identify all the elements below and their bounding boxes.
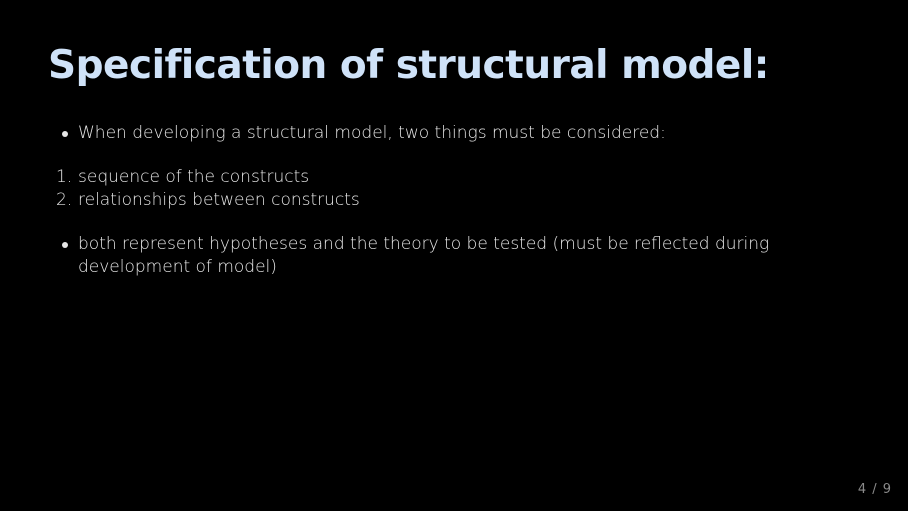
bullet-item: both represent hypotheses and the theory… — [60, 233, 820, 279]
page-number: 4 / 9 — [857, 482, 892, 497]
item-text: relationships between constructs — [78, 190, 360, 210]
numbered-item: 2. relationships between constructs — [56, 189, 820, 212]
bullet-dot-icon — [62, 131, 68, 137]
bullet-dot-icon — [62, 242, 68, 248]
bullet-text: When developing a structural model, two … — [78, 123, 666, 143]
numbered-list: 1. sequence of the constructs 2. relatio… — [56, 166, 820, 212]
item-text: sequence of the constructs — [78, 167, 310, 187]
bullet-list-intro: When developing a structural model, two … — [60, 122, 820, 145]
item-number: 2. — [56, 190, 73, 210]
bullet-text: both represent hypotheses and the theory… — [78, 234, 770, 277]
bullet-item: When developing a structural model, two … — [60, 122, 820, 145]
bullet-list-outro: both represent hypotheses and the theory… — [60, 233, 820, 279]
slide-content: When developing a structural model, two … — [56, 122, 820, 279]
numbered-item: 1. sequence of the constructs — [56, 166, 820, 189]
slide-title: Specification of structural model: — [48, 43, 769, 88]
item-number: 1. — [56, 167, 73, 187]
slide: Specification of structural model: When … — [0, 0, 908, 511]
